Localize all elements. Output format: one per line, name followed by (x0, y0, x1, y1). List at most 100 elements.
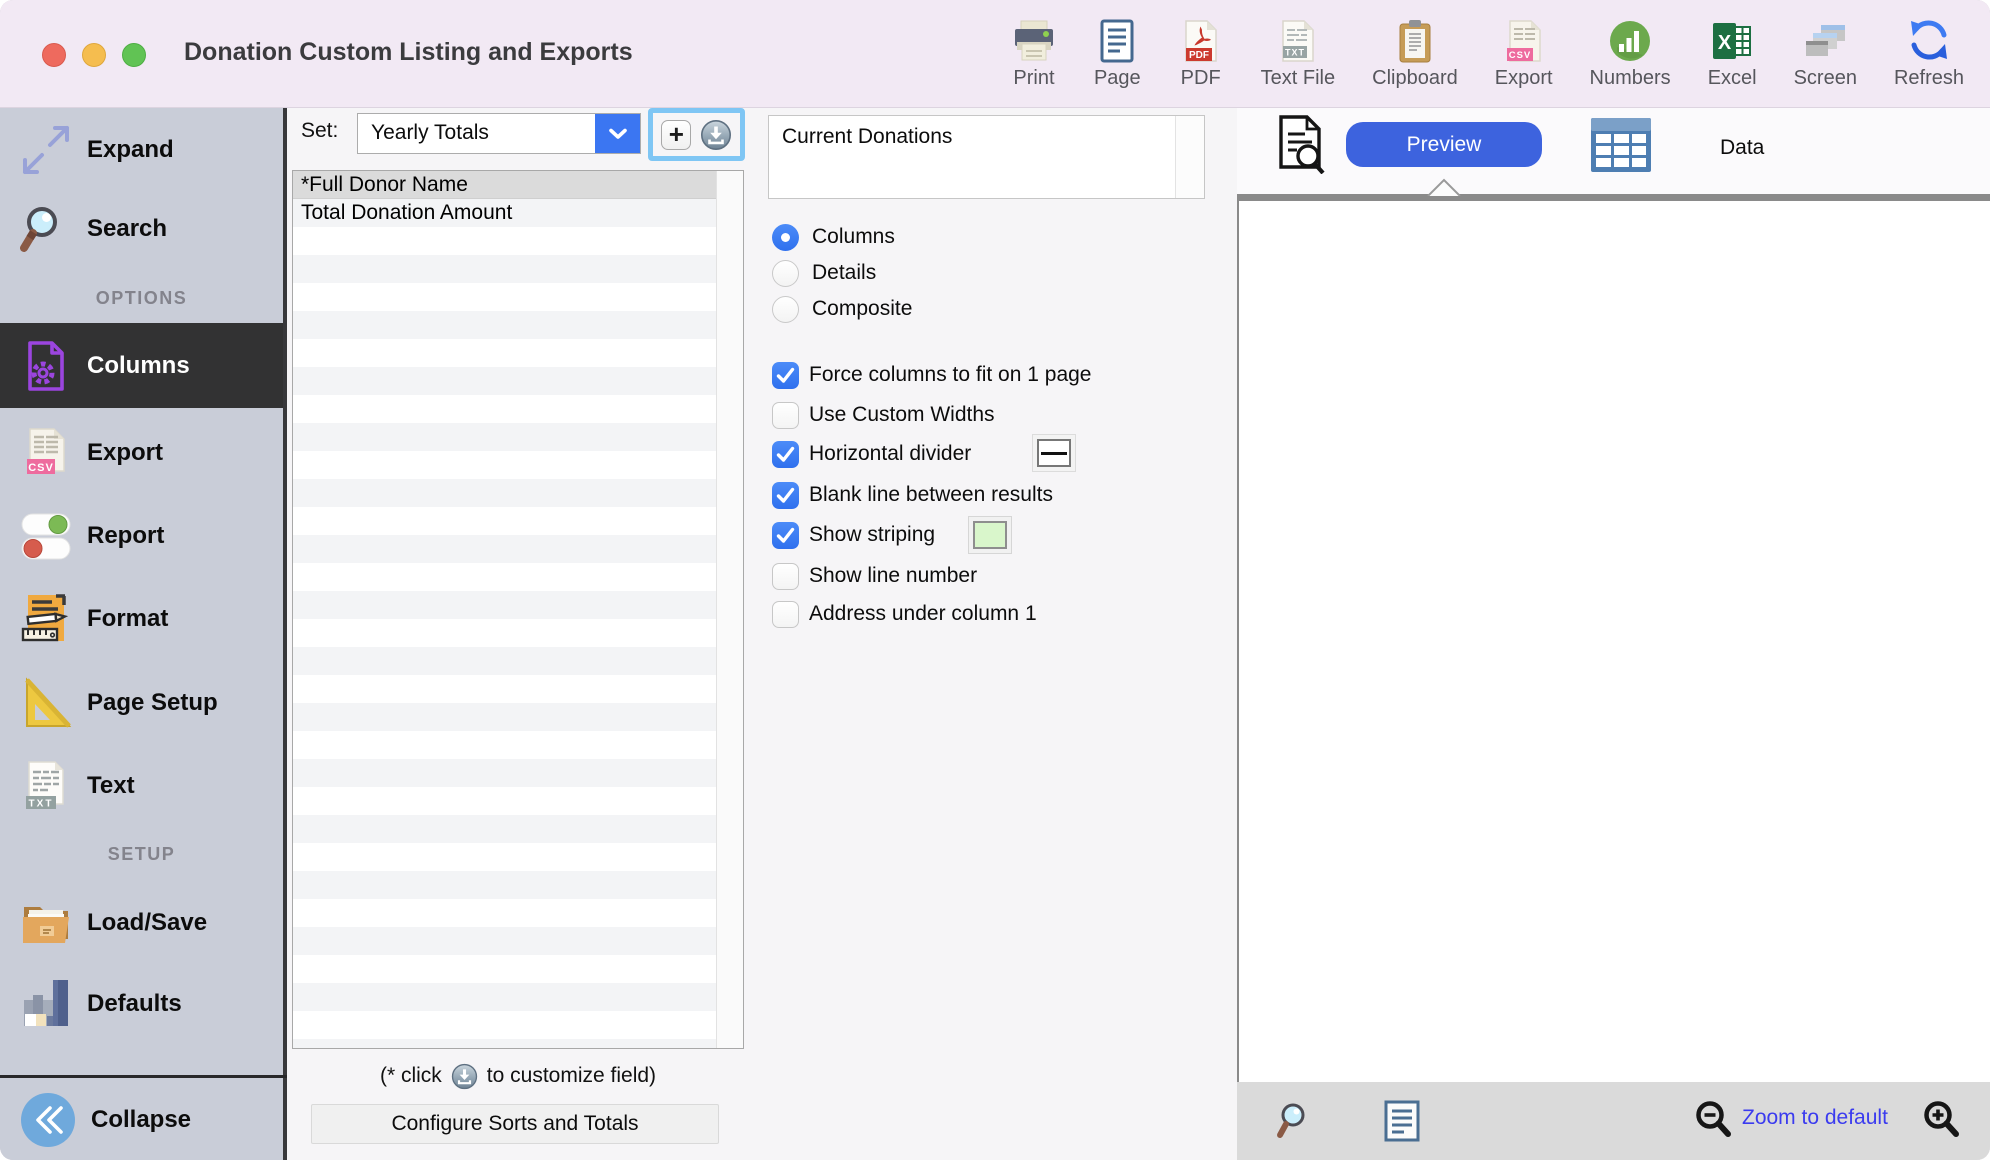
printer-icon (1011, 10, 1057, 64)
sidebar-section-options: OPTIONS (0, 283, 283, 313)
collapse-chevrons-icon (20, 1092, 76, 1148)
preview-divider-bar (1237, 194, 1990, 201)
sidebar-item-label: Export (87, 439, 163, 467)
csv-export-icon: CSV (20, 427, 72, 479)
checkbox-unchecked-icon (772, 601, 799, 628)
checkbox-horizontal-divider[interactable]: Horizontal divider (772, 440, 971, 468)
numbers-button[interactable]: Numbers (1590, 10, 1671, 90)
sidebar-item-label: Load/Save (87, 909, 207, 937)
sidebar-item-label: Collapse (91, 1106, 191, 1134)
tab-data[interactable]: Data (1720, 136, 1764, 160)
preview-bottom-bar: Zoom to default (1237, 1082, 1990, 1160)
list-scrollbar[interactable] (716, 171, 743, 1048)
sidebar-item-label: Expand (87, 136, 174, 164)
sidebar-item-expand[interactable]: Expand (0, 108, 283, 192)
txt-document-icon: TXT (20, 760, 72, 812)
expand-arrows-icon (20, 124, 72, 176)
excel-button[interactable]: X Excel (1708, 10, 1757, 90)
tab-preview[interactable]: Preview (1346, 122, 1542, 167)
customize-field-icon (451, 1063, 478, 1090)
checkbox-address-under-column[interactable]: Address under column 1 (772, 600, 1037, 628)
checkbox-checked-icon (772, 362, 799, 389)
document-magnifier-icon[interactable] (1273, 114, 1329, 179)
report-title-input[interactable]: Current Donations (768, 115, 1205, 199)
customize-field-button[interactable] (700, 119, 732, 151)
magnifier-icon[interactable] (1275, 1101, 1313, 1146)
sidebar-item-text[interactable]: TXT Text (0, 744, 283, 828)
document-lines-icon[interactable] (1384, 1100, 1420, 1147)
radio-details[interactable]: Details (772, 259, 876, 287)
radio-unselected-icon (772, 296, 799, 323)
stripe-color-icon (973, 521, 1007, 549)
refresh-icon (1905, 10, 1953, 64)
divider-style-button[interactable] (1032, 434, 1076, 472)
active-tab-caret (1426, 178, 1462, 201)
checkbox-custom-widths[interactable]: Use Custom Widths (772, 401, 995, 429)
zoom-window-button[interactable] (122, 43, 146, 67)
chevron-down-icon[interactable] (595, 114, 640, 153)
sidebar-item-label: Columns (87, 352, 190, 380)
screen-windows-icon (1802, 10, 1848, 64)
window-title: Donation Custom Listing and Exports (184, 38, 633, 67)
sidebar-item-label: Report (87, 522, 164, 550)
checkbox-show-line-number[interactable]: Show line number (772, 562, 977, 590)
sidebar-item-load-save[interactable]: Load/Save (0, 881, 283, 965)
stripe-color-swatch[interactable] (968, 516, 1012, 554)
zoom-out-icon[interactable] (1692, 1098, 1736, 1149)
pdf-file-icon: PDF (1178, 10, 1224, 64)
add-field-button[interactable]: + (661, 120, 691, 150)
data-table-icon[interactable] (1590, 117, 1652, 178)
sidebar-item-columns[interactable]: Columns (0, 323, 283, 408)
set-dropdown[interactable]: Yearly Totals (357, 113, 641, 154)
pdf-button[interactable]: PDF PDF (1178, 10, 1224, 90)
radio-composite[interactable]: Composite (772, 295, 912, 323)
list-item[interactable]: Total Donation Amount (293, 199, 717, 227)
checkbox-checked-icon (772, 482, 799, 509)
sidebar-item-label: Search (87, 215, 167, 243)
list-item[interactable]: *Full Donor Name (293, 171, 717, 199)
sidebar-item-search[interactable]: Search (0, 187, 283, 271)
checkbox-blank-line[interactable]: Blank line between results (772, 481, 1053, 509)
preview-canvas (1237, 201, 1990, 1083)
minimize-window-button[interactable] (82, 43, 106, 67)
text-file-button[interactable]: TXT Text File (1261, 10, 1335, 90)
close-window-button[interactable] (42, 43, 66, 67)
checkbox-checked-icon (772, 441, 799, 468)
refresh-button[interactable]: Refresh (1894, 10, 1964, 90)
sidebar-item-defaults[interactable]: Defaults (0, 962, 283, 1046)
excel-app-icon: X (1709, 10, 1755, 64)
customize-hint: (* click to customize field) (292, 1060, 744, 1092)
svg-text:TXT: TXT (29, 799, 54, 810)
svg-text:CSV: CSV (1508, 50, 1531, 61)
set-dropdown-value: Yearly Totals (371, 121, 489, 145)
clipboard-button[interactable]: Clipboard (1372, 10, 1458, 90)
title-scrollbar[interactable] (1175, 116, 1204, 198)
configure-sorts-totals-button[interactable]: Configure Sorts and Totals (311, 1104, 719, 1144)
export-csv-button[interactable]: CSV Export (1495, 10, 1553, 90)
sidebar-item-page-setup[interactable]: Page Setup (0, 661, 283, 745)
txt-file-icon: TXT (1275, 10, 1321, 64)
zoom-to-default-link[interactable]: Zoom to default (1742, 1106, 1888, 1130)
sidebar-item-report[interactable]: Report (0, 494, 283, 578)
radio-unselected-icon (772, 260, 799, 287)
radio-columns[interactable]: Columns (772, 223, 895, 251)
page-button[interactable]: Page (1094, 10, 1141, 90)
sidebar-item-export[interactable]: CSV Export (0, 411, 283, 495)
set-square-icon (20, 677, 72, 729)
print-button[interactable]: Print (1011, 10, 1057, 90)
divider-style-icon (1037, 439, 1071, 467)
screen-button[interactable]: Screen (1794, 10, 1857, 90)
format-pencil-ruler-icon (20, 593, 72, 645)
defaults-blocks-icon (20, 978, 72, 1030)
sidebar: Expand Search OPTIONS Columns CSV Export… (0, 108, 287, 1160)
checkbox-show-striping[interactable]: Show striping (772, 521, 935, 549)
search-icon (20, 203, 72, 255)
radio-selected-icon (772, 224, 799, 251)
sidebar-item-collapse[interactable]: Collapse (0, 1078, 283, 1160)
field-list: *Full Donor Name Total Donation Amount (292, 170, 744, 1049)
zoom-in-icon[interactable] (1920, 1098, 1964, 1149)
sidebar-item-format[interactable]: Format (0, 577, 283, 661)
report-title-value: Current Donations (782, 125, 952, 149)
list-empty-rows (293, 227, 717, 1048)
checkbox-force-columns[interactable]: Force columns to fit on 1 page (772, 361, 1092, 389)
